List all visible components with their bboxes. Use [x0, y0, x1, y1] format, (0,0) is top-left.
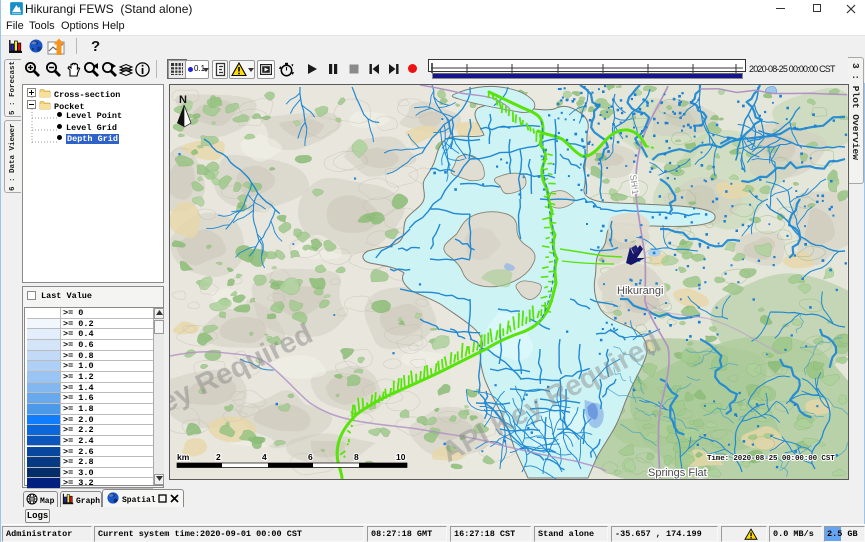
svg-text:N: N [179, 94, 187, 106]
svg-text:km: km [177, 452, 190, 462]
svg-text:6: 6 [308, 452, 313, 462]
svg-text:2: 2 [216, 452, 221, 462]
svg-text:Springs Flat: Springs Flat [648, 467, 707, 479]
svg-text:4: 4 [262, 452, 267, 462]
svg-text:Hikurangi: Hikurangi [617, 285, 663, 297]
svg-text:8: 8 [354, 452, 359, 462]
svg-text:10: 10 [396, 452, 406, 462]
svg-text:Time: 2020-08-25 00:00:00 CST: Time: 2020-08-25 00:00:00 CST [707, 455, 835, 463]
